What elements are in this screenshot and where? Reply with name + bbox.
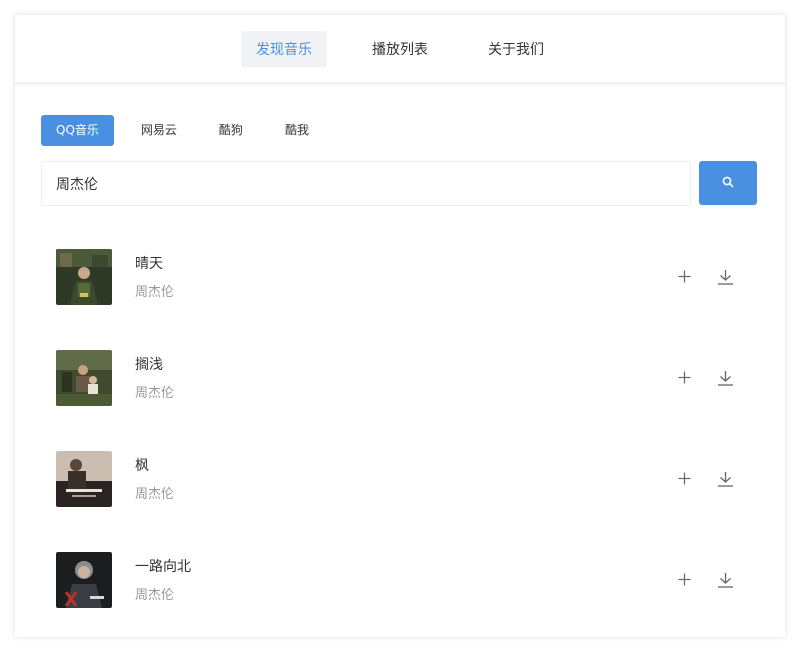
plus-icon[interactable] [674, 570, 694, 590]
app-window: 发现音乐 播放列表 关于我们 QQ音乐 网易云 酷狗 酷我 周杰伦 晴天 周杰伦… [15, 15, 785, 637]
source-tab-netease[interactable]: 网易云 [126, 115, 192, 146]
source-tab-kugou[interactable]: 酷狗 [204, 115, 258, 146]
song-actions [653, 368, 735, 388]
plus-icon[interactable] [674, 368, 694, 388]
search-icon [722, 176, 734, 191]
song-actions [653, 570, 735, 590]
song-title: 一路向北 [135, 559, 191, 575]
album-cover [56, 450, 112, 507]
song-artist: 周杰伦 [135, 487, 175, 502]
download-icon[interactable] [715, 368, 735, 388]
song-artist: 周杰伦 [135, 386, 175, 401]
source-tab-kuwo[interactable]: 酷我 [270, 115, 324, 146]
download-icon[interactable] [715, 267, 735, 287]
song-info: 晴天 周杰伦 [135, 253, 653, 300]
song-artist: 周杰伦 [135, 588, 175, 603]
song-title: 枫 [135, 458, 149, 474]
search-input[interactable] [41, 161, 691, 206]
nav-discover-music[interactable]: 发现音乐 [241, 30, 327, 67]
song-title: 晴天 [135, 256, 163, 272]
song-row: 晴天 周杰伦 [41, 226, 757, 327]
nav-playlist[interactable]: 播放列表 [357, 31, 443, 67]
source-tab-qq[interactable]: QQ音乐 [41, 115, 114, 146]
song-row: 搁浅 周杰伦 [41, 327, 757, 428]
song-actions [653, 267, 735, 287]
song-actions [653, 469, 735, 489]
album-cover [56, 349, 112, 406]
download-icon[interactable] [715, 570, 735, 590]
source-tabs: QQ音乐 网易云 酷狗 酷我 [41, 115, 757, 146]
album-cover [56, 248, 112, 305]
nav-about-us[interactable]: 关于我们 [473, 31, 559, 67]
album-cover [56, 551, 112, 608]
song-list: 晴天 周杰伦 搁浅 周杰伦 枫 周杰伦 一路向北 周杰伦 [41, 226, 757, 630]
song-row: 枫 周杰伦 [41, 428, 757, 529]
song-info: 一路向北 周杰伦 [135, 556, 653, 603]
main-content: QQ音乐 网易云 酷狗 酷我 周杰伦 晴天 周杰伦 搁浅 周杰伦 枫 周杰伦 一… [15, 83, 785, 630]
search-button[interactable] [699, 161, 757, 205]
plus-icon[interactable] [674, 267, 694, 287]
song-artist: 周杰伦 [135, 285, 175, 300]
song-info: 枫 周杰伦 [135, 455, 653, 502]
download-icon[interactable] [715, 469, 735, 489]
top-navigation: 发现音乐 播放列表 关于我们 [15, 15, 785, 83]
song-info: 搁浅 周杰伦 [135, 354, 653, 401]
song-title: 搁浅 [135, 357, 163, 373]
plus-icon[interactable] [674, 469, 694, 489]
song-row: 一路向北 周杰伦 [41, 529, 757, 630]
search-bar [41, 161, 757, 206]
